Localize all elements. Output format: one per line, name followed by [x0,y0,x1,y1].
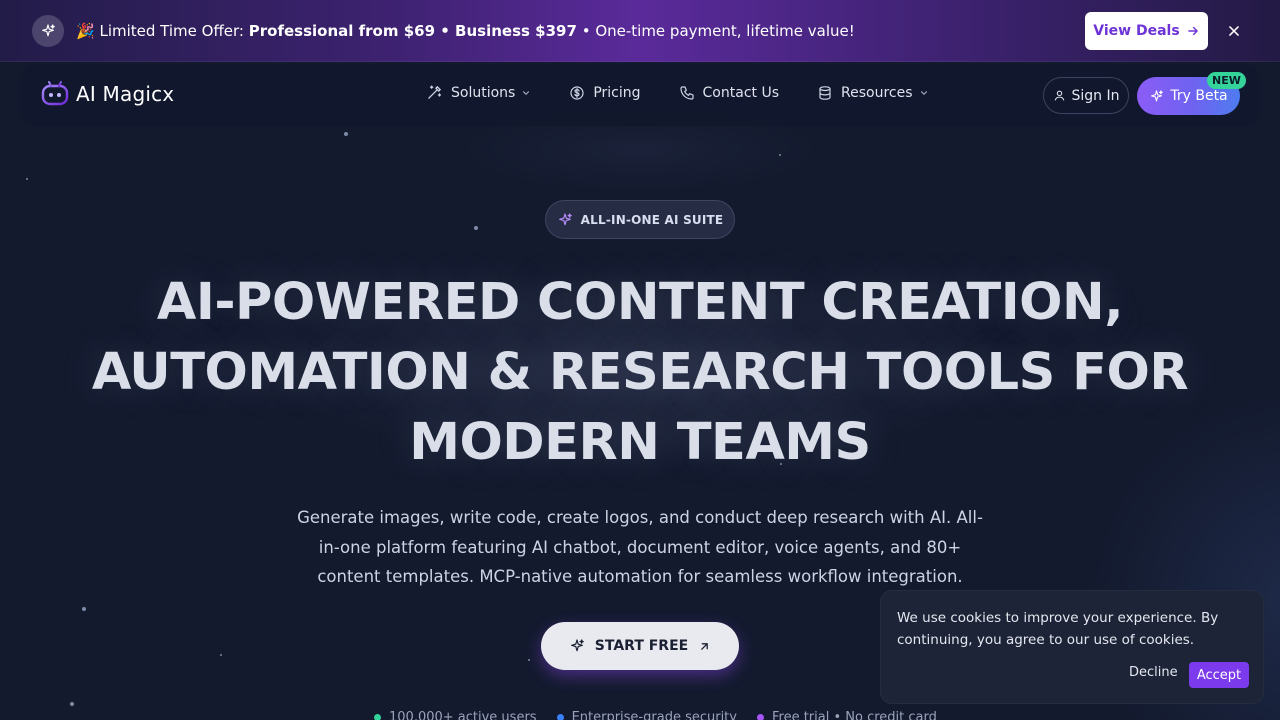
sign-in-button[interactable]: Sign In [1043,77,1129,114]
logo-text: AI Magicx [76,82,175,106]
nav-pricing[interactable]: Pricing [569,84,641,101]
star-decoration [528,659,530,661]
status-dot [556,714,564,720]
view-deals-label: View Deals [1093,23,1180,39]
robot-logo-icon [40,79,70,109]
phone-icon [679,85,695,101]
arrow-up-right-icon [698,640,711,653]
start-free-button[interactable]: START FREE [541,622,739,670]
nav-resources[interactable]: Resources [817,85,929,101]
main-navbar: AI Magicx Solutions Pricing Contact Us R… [20,64,1260,126]
cookie-banner: We use cookies to improve your experienc… [880,590,1264,704]
promo-offer: Professional from $69 • Business $397 [248,21,577,40]
trust-label: Enterprise-grade security [571,710,737,720]
nav-solutions-label: Solutions [451,84,516,101]
nav-links: Solutions Pricing Contact Us Resources [426,84,967,101]
star-decoration [474,226,478,230]
nav-solutions[interactable]: Solutions [426,84,531,101]
nav-resources-label: Resources [841,84,913,101]
star-decoration [70,702,74,706]
sparkle-icon [1149,89,1164,104]
star-decoration [26,178,28,180]
trust-indicators: 100,000+ active users Enterprise-grade s… [374,710,937,720]
sparkle-icon [32,14,64,47]
close-icon[interactable] [1224,21,1244,41]
hero-subtitle: Generate images, write code, create logo… [297,508,983,586]
logo[interactable]: AI Magicx [40,79,174,109]
trust-item: Free trial • No credit card [756,710,937,720]
hero-title-line: AUTOMATION & RESEARCH TOOLS FOR [91,343,1189,402]
star-decoration [344,132,348,136]
hero-title: AI-POWERED CONTENT CREATION, AUTOMATION … [90,268,1190,478]
hero-chip-label: ALL-IN-ONE AI SUITE [580,212,724,227]
cookie-accept-button[interactable]: Accept [1189,662,1249,688]
database-icon [817,85,833,101]
hero-chip: ALL-IN-ONE AI SUITE [545,200,735,239]
view-deals-button[interactable]: View Deals [1085,12,1208,50]
try-beta-label: Try Beta [1170,88,1228,104]
star-decoration [779,154,781,156]
nav-pricing-label: Pricing [593,84,641,101]
trust-item: 100,000+ active users [374,710,537,720]
trust-label: 100,000+ active users [389,710,537,720]
nav-contact[interactable]: Contact Us [679,85,779,101]
chevron-down-icon [919,88,929,98]
star-decoration [220,654,222,656]
sign-in-label: Sign In [1071,87,1120,104]
cookie-message: We use cookies to improve your experienc… [897,610,1219,648]
trust-item: Enterprise-grade security [556,710,737,720]
user-icon [1053,89,1066,102]
star-decoration [82,607,86,611]
new-badge: NEW [1207,72,1246,89]
start-free-label: START FREE [594,638,689,654]
nav-contact-label: Contact Us [702,84,779,101]
promo-tail: • One-time payment, lifetime value! [581,21,855,40]
status-dot [374,714,381,720]
hero-title-line: AI-POWERED CONTENT CREATION, [156,273,1124,332]
promo-banner: 🎉 Limited Time Offer: Professional from … [0,0,1280,62]
arrow-right-icon [1186,24,1200,38]
cookie-decline-button[interactable]: Decline [1129,665,1178,680]
promo-text: 🎉 Limited Time Offer: Professional from … [76,22,855,40]
chevron-down-icon [521,88,531,98]
party-emoji-icon: 🎉 [76,21,95,40]
status-dot [756,714,764,720]
promo-lead: Limited Time Offer: [99,21,244,40]
magic-wand-icon [426,84,443,101]
dollar-icon [569,85,585,101]
hero-title-line: MODERN TEAMS [409,413,871,472]
trust-label: Free trial • No credit card [771,710,937,720]
sparkle-icon [557,212,573,228]
sparkle-icon [569,638,585,654]
